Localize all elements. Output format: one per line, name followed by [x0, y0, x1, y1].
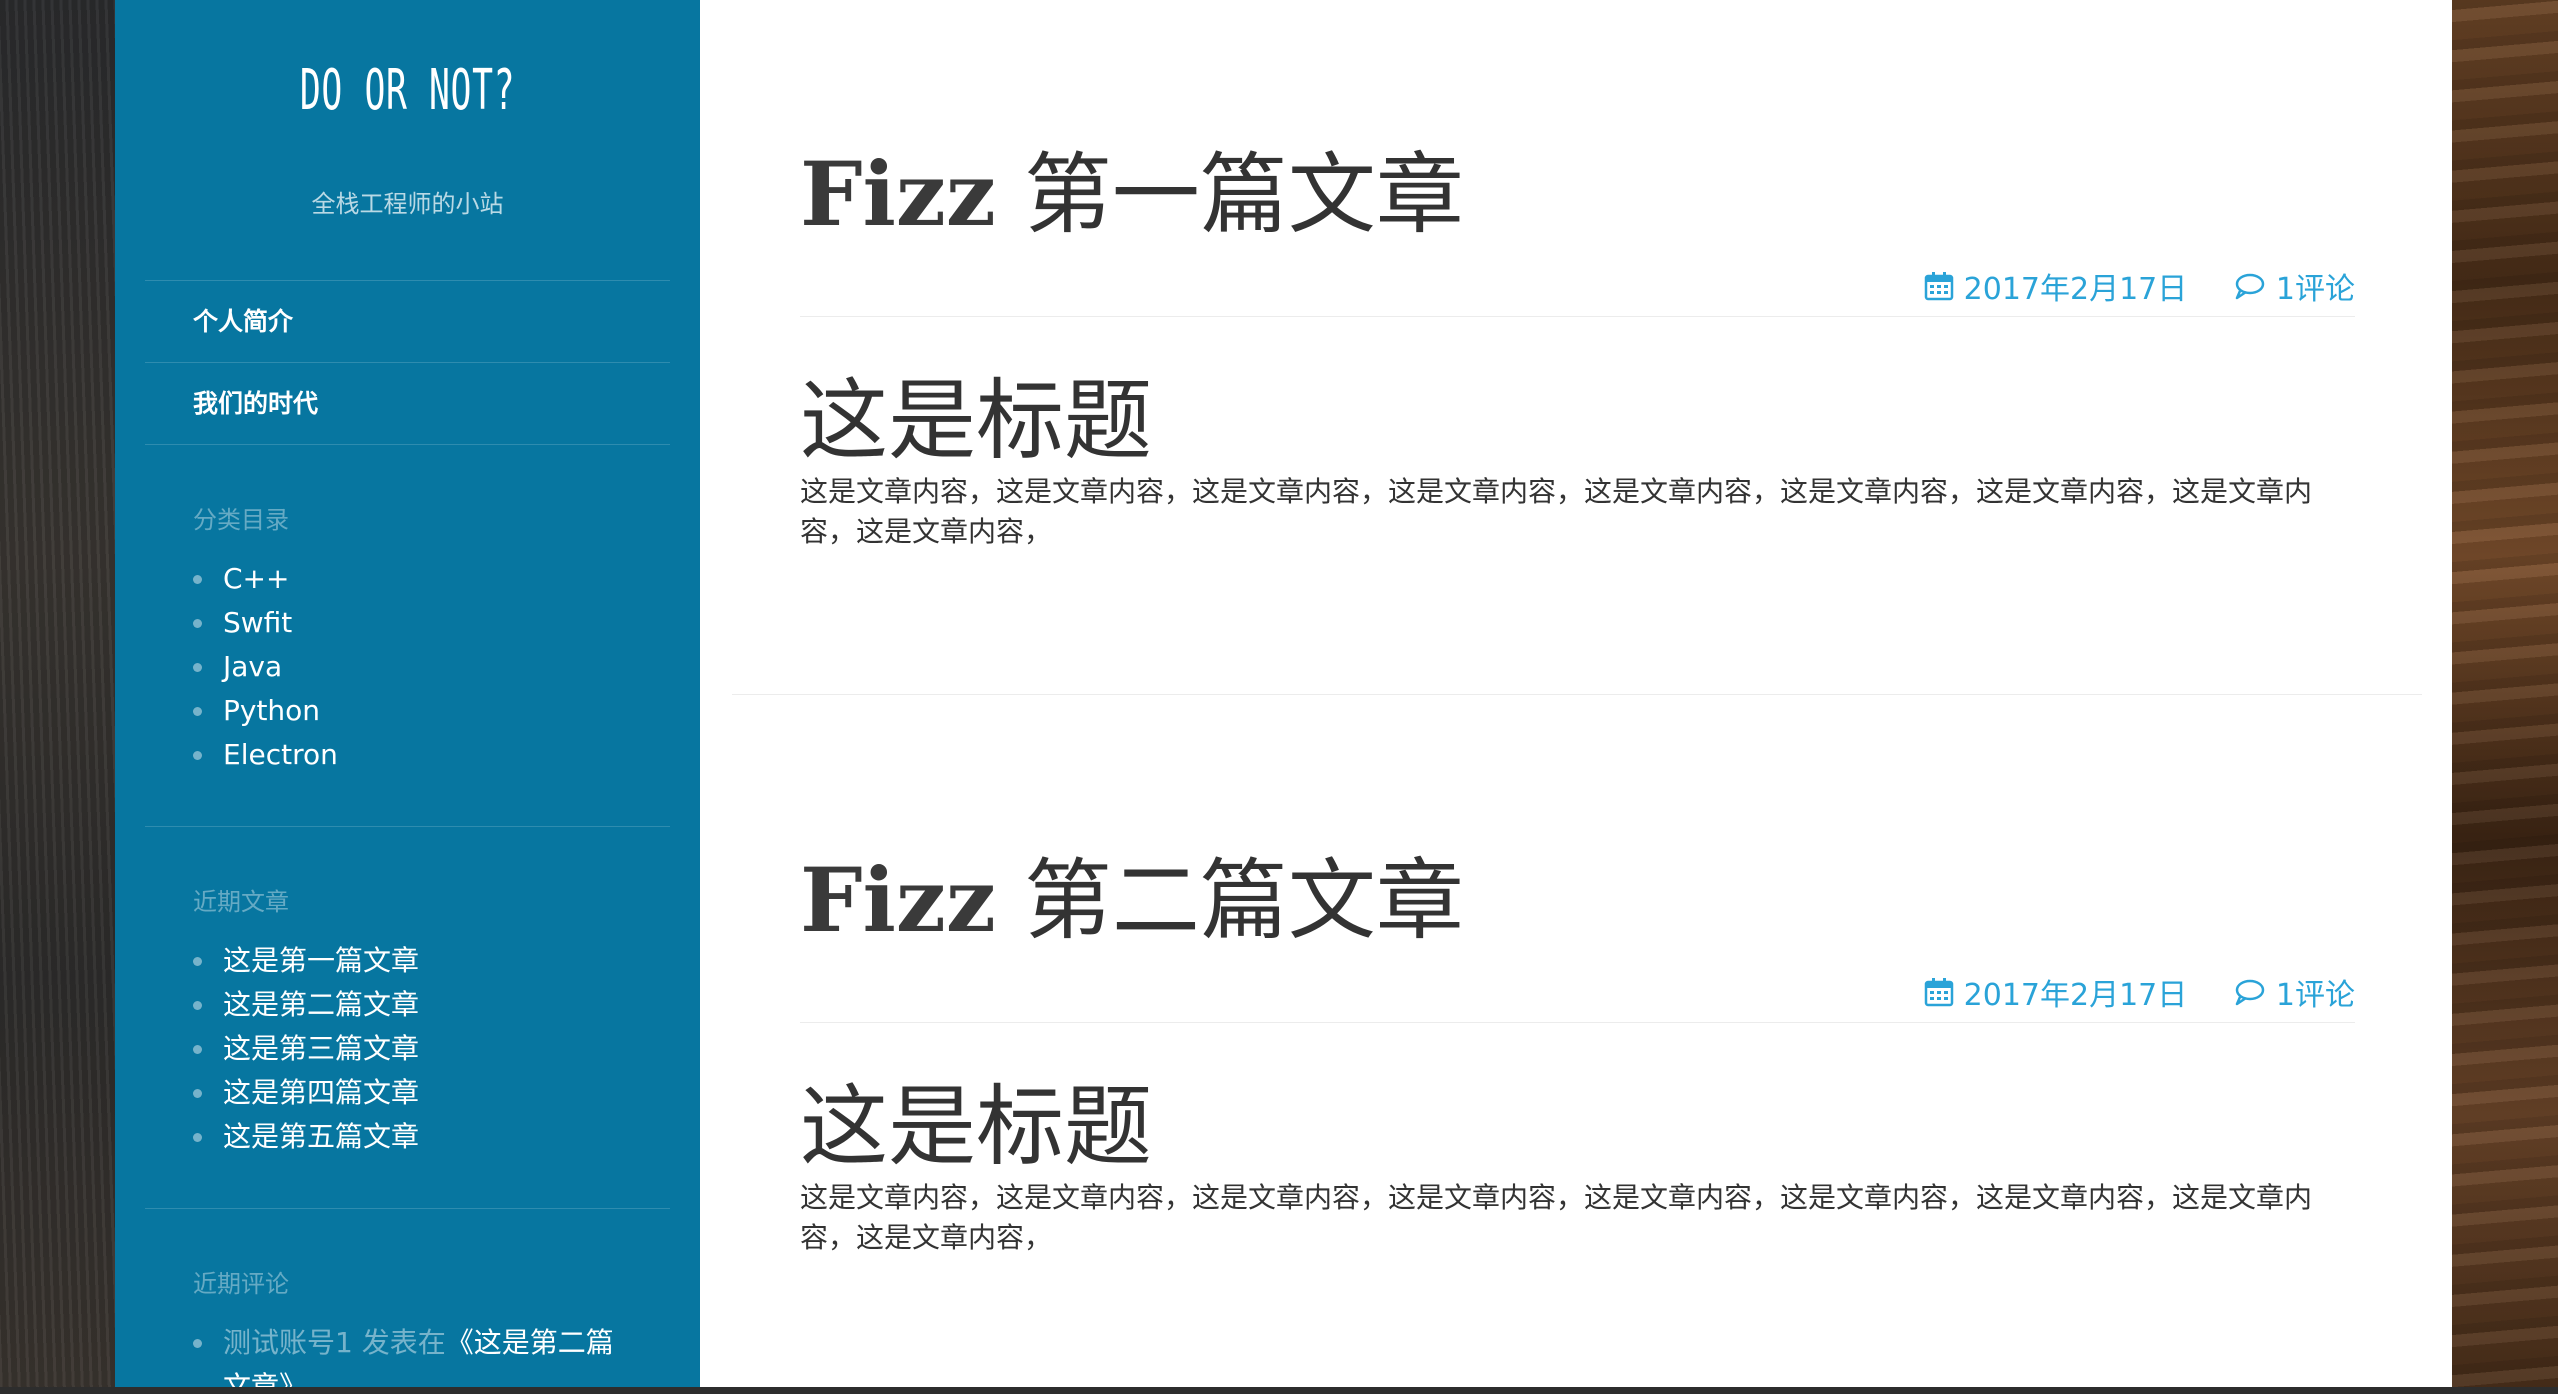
comment-post-link-cont[interactable]: 文章》 [223, 1370, 307, 1387]
bullet-icon [193, 619, 202, 628]
recent-post-item[interactable]: 这是第四篇文章 [193, 1071, 670, 1115]
bullet-icon [193, 1133, 202, 1142]
recent-post-item[interactable]: 这是第一篇文章 [193, 939, 670, 983]
bullet-icon [193, 1001, 202, 1010]
bullet-icon [193, 1045, 202, 1054]
nav-divider [145, 444, 670, 445]
article-body: 这是文章内容，这是文章内容，这是文章内容，这是文章内容，这是文章内容，这是文章内… [800, 1181, 2313, 1254]
article-heading: 这是标题 [800, 1075, 1153, 1178]
recent-comments-widget: 近期评论 测试账号1 发表在《这是第二篇 文章》 [145, 1264, 670, 1387]
sidebar: DO OR NOT? 全栈工程师的小站 个人简介 我们的时代 分类目录 C++ … [115, 0, 700, 1387]
recent-post-item[interactable]: 这是第五篇文章 [193, 1115, 670, 1159]
nav-item-our-era[interactable]: 我们的时代 [145, 362, 670, 444]
recent-post-item[interactable]: 这是第二篇文章 [193, 983, 670, 1027]
bullet-icon [193, 957, 202, 966]
bullet-icon [193, 751, 202, 760]
window-bottom-edge [0, 1387, 2558, 1394]
bullet-icon [193, 663, 202, 672]
category-item[interactable]: Swfit [193, 601, 670, 645]
background-wood-left [0, 0, 115, 1394]
article-title[interactable]: Fizz 第一篇文章 [800, 146, 1464, 244]
comment-bubble-icon [2234, 977, 2266, 1007]
bullet-icon [193, 1089, 202, 1098]
article-meta: 2017年2月17日 1评论 [1924, 264, 2355, 308]
article-comments-link[interactable]: 1评论 [2276, 264, 2355, 308]
comment-author: 测试账号1 发表在 [223, 1326, 446, 1359]
article-date[interactable]: 2017年2月17日 [1964, 264, 2188, 308]
recent-posts-widget: 近期文章 这是第一篇文章 这是第二篇文章 这是第三篇文章 这是第四篇文章 这是第… [145, 882, 670, 1159]
widget-divider [145, 826, 670, 827]
recent-posts-list: 这是第一篇文章 这是第二篇文章 这是第三篇文章 这是第四篇文章 这是第五篇文章 [145, 939, 670, 1159]
recent-comments-title: 近期评论 [193, 1270, 289, 1298]
recent-posts-title: 近期文章 [193, 888, 289, 916]
categories-widget: 分类目录 C++ Swfit Java Python Electron [145, 500, 670, 777]
article-separator [732, 694, 2422, 695]
meta-divider [800, 1022, 2355, 1023]
bullet-icon [193, 707, 202, 716]
background-wood-right [2452, 0, 2558, 1394]
category-item[interactable]: Java [193, 645, 670, 689]
recent-post-item[interactable]: 这是第三篇文章 [193, 1027, 670, 1071]
site-subtitle: 全栈工程师的小站 [311, 190, 504, 218]
comment-bubble-icon [2234, 271, 2266, 301]
bullet-icon [193, 1339, 202, 1348]
article-title[interactable]: Fizz 第二篇文章 [800, 852, 1464, 950]
recent-comments-list: 测试账号1 发表在《这是第二篇 文章》 [145, 1321, 670, 1387]
main-content: Fizz 第一篇文章 2017年2月17日 1评论 这是标题 这是文章内容，这是… [700, 0, 2452, 1387]
categories-title: 分类目录 [193, 506, 289, 534]
nav-item-profile[interactable]: 个人简介 [145, 280, 670, 362]
bullet-icon [193, 575, 202, 584]
widget-divider [145, 1208, 670, 1209]
article-body: 这是文章内容，这是文章内容，这是文章内容，这是文章内容，这是文章内容，这是文章内… [800, 475, 2313, 548]
categories-list: C++ Swfit Java Python Electron [145, 557, 670, 777]
calendar-icon [1924, 977, 1954, 1007]
article-meta: 2017年2月17日 1评论 [1924, 970, 2355, 1014]
article-comments-link[interactable]: 1评论 [2276, 970, 2355, 1014]
main-nav: 个人简介 我们的时代 [145, 280, 670, 445]
recent-comment-item: 测试账号1 发表在《这是第二篇 文章》 [193, 1321, 670, 1387]
category-item[interactable]: C++ [193, 557, 670, 601]
category-item[interactable]: Python [193, 689, 670, 733]
article-date[interactable]: 2017年2月17日 [1964, 970, 2188, 1014]
site-title[interactable]: DO OR NOT? [226, 58, 589, 123]
category-item[interactable]: Electron [193, 733, 670, 777]
calendar-icon [1924, 271, 1954, 301]
meta-divider [800, 316, 2355, 317]
comment-post-link[interactable]: 《这是第二篇 [446, 1326, 614, 1359]
article-heading: 这是标题 [800, 369, 1153, 472]
